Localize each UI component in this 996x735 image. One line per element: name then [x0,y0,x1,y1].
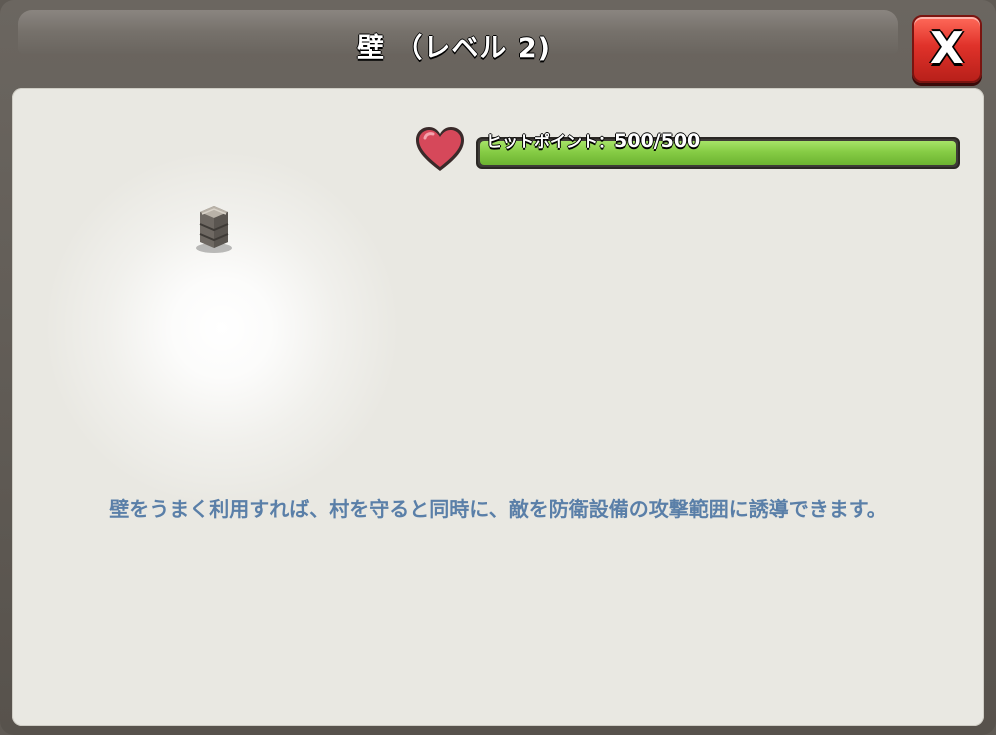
close-button[interactable]: X [912,15,982,83]
hitpoints-value: 500/500 [614,130,701,152]
info-window: 壁 （レベル 2) X ヒットポイント：500/500 壁をうまく利用すれば、村… [0,0,996,735]
building-description: 壁をうまく利用すれば、村を守ると同時に、敵を防衛設備の攻撃範囲に誘導できます。 [109,497,887,521]
hitpoints-label: ヒットポイント：500/500 [486,128,700,152]
hitpoints-label-text: ヒットポイント： [486,132,615,151]
close-icon: X [930,23,964,74]
info-panel [12,88,984,726]
window-title: 壁 （レベル 2) [357,33,551,64]
stone-wall-image [196,206,232,253]
heart-icon [416,127,464,171]
